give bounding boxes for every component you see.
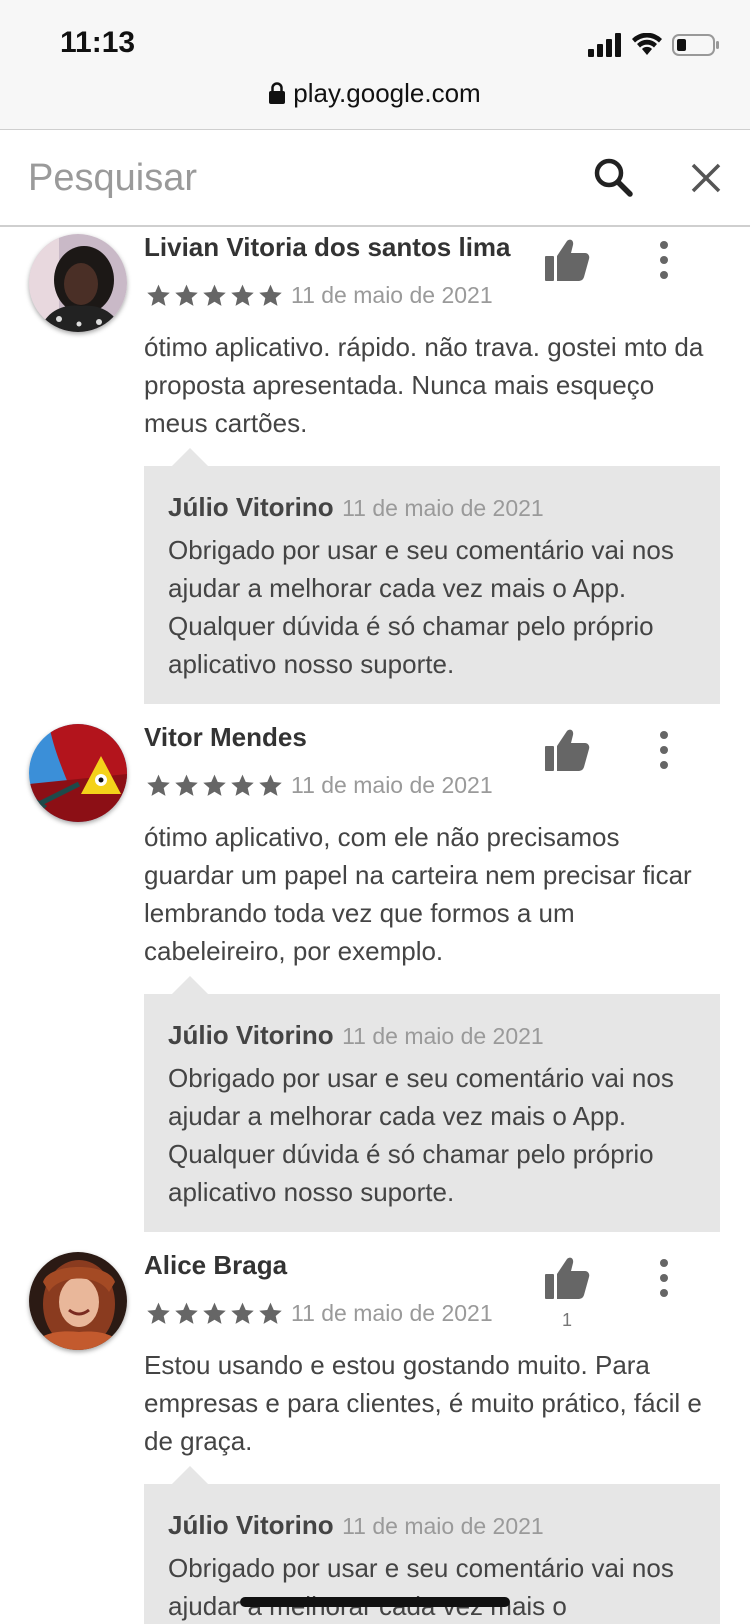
signal-icon [588, 33, 621, 57]
avatar [29, 234, 127, 332]
more-options-button[interactable] [652, 730, 676, 770]
status-bar: 11:13 play.google.com [0, 0, 750, 130]
thumbs-up-icon [545, 239, 590, 281]
home-indicator[interactable] [240, 1597, 510, 1607]
more-options-button[interactable] [652, 1258, 676, 1298]
review-date: 11 de maio de 2021 [291, 282, 493, 308]
developer-reply: Júlio Vitorino 11 de maio de 2021 Obriga… [144, 448, 720, 704]
star-icon [175, 1302, 198, 1324]
search-bar [0, 130, 750, 227]
star-icon [259, 1302, 282, 1324]
star-icon [147, 774, 170, 796]
star-icon [231, 774, 254, 796]
helpful-button[interactable] [544, 728, 590, 772]
star-rating [146, 773, 283, 798]
reply-author: Júlio Vitorino [168, 1510, 334, 1540]
review-date: 11 de maio de 2021 [291, 772, 493, 798]
search-button[interactable] [592, 156, 636, 200]
search-icon [594, 158, 633, 197]
reply-author: Júlio Vitorino [168, 492, 334, 522]
more-vert-icon [660, 731, 668, 769]
rating-row: 11 de maio de 2021 [146, 1300, 493, 1327]
review-text: Estou usando e estou gostando muito. Par… [144, 1350, 702, 1456]
star-icon [175, 774, 198, 796]
url-text: play.google.com [293, 78, 481, 108]
star-icon [259, 284, 282, 306]
review-date: 11 de maio de 2021 [291, 1300, 493, 1326]
developer-reply: Júlio Vitorino 11 de maio de 2021 Obriga… [144, 976, 720, 1232]
url-bar[interactable]: play.google.com [0, 78, 750, 109]
helpful-button[interactable] [544, 238, 590, 282]
more-options-button[interactable] [652, 240, 676, 280]
review-author: Vitor Mendes [144, 722, 307, 752]
review-author: Livian Vitoria dos santos lima [144, 232, 511, 262]
star-icon [147, 1302, 170, 1324]
more-vert-icon [660, 241, 668, 279]
avatar [29, 724, 127, 822]
reply-date: 11 de maio de 2021 [342, 1513, 544, 1539]
star-icon [231, 1302, 254, 1324]
thumbs-up-icon [545, 1257, 590, 1299]
review-author: Alice Braga [144, 1250, 288, 1280]
more-vert-icon [660, 1259, 668, 1297]
wifi-icon [632, 33, 662, 55]
review-text: ótimo aplicativo, com ele não precisamos… [144, 822, 692, 966]
star-icon [203, 774, 226, 796]
rating-row: 11 de maio de 2021 [146, 772, 493, 799]
star-icon [203, 284, 226, 306]
thumbs-up-icon [545, 729, 590, 771]
avatar [29, 1252, 127, 1350]
helpful-count: 1 [561, 1310, 572, 1330]
close-icon [691, 163, 721, 193]
reply-date: 11 de maio de 2021 [342, 495, 544, 521]
star-icon [259, 774, 282, 796]
reply-author: Júlio Vitorino [168, 1020, 334, 1050]
status-icons [588, 30, 720, 60]
close-button[interactable] [684, 156, 728, 200]
star-rating [146, 283, 283, 308]
status-time: 11:13 [60, 26, 136, 59]
review-text: ótimo aplicativo. rápido. não trava. gos… [144, 332, 704, 438]
star-icon [203, 1302, 226, 1324]
star-icon [175, 284, 198, 306]
battery-icon [672, 34, 719, 56]
reply-text: Obrigado por usar e seu comentário vai n… [168, 535, 674, 679]
star-icon [147, 284, 170, 306]
search-input[interactable] [28, 152, 548, 204]
reply-date: 11 de maio de 2021 [342, 1023, 544, 1049]
reply-text: Obrigado por usar e seu comentário vai n… [168, 1553, 674, 1621]
star-icon [231, 284, 254, 306]
rating-row: 11 de maio de 2021 [146, 282, 493, 309]
reply-text: Obrigado por usar e seu comentário vai n… [168, 1063, 674, 1207]
star-rating [146, 1301, 283, 1326]
helpful-button[interactable] [544, 1256, 590, 1300]
lock-icon [269, 82, 286, 104]
